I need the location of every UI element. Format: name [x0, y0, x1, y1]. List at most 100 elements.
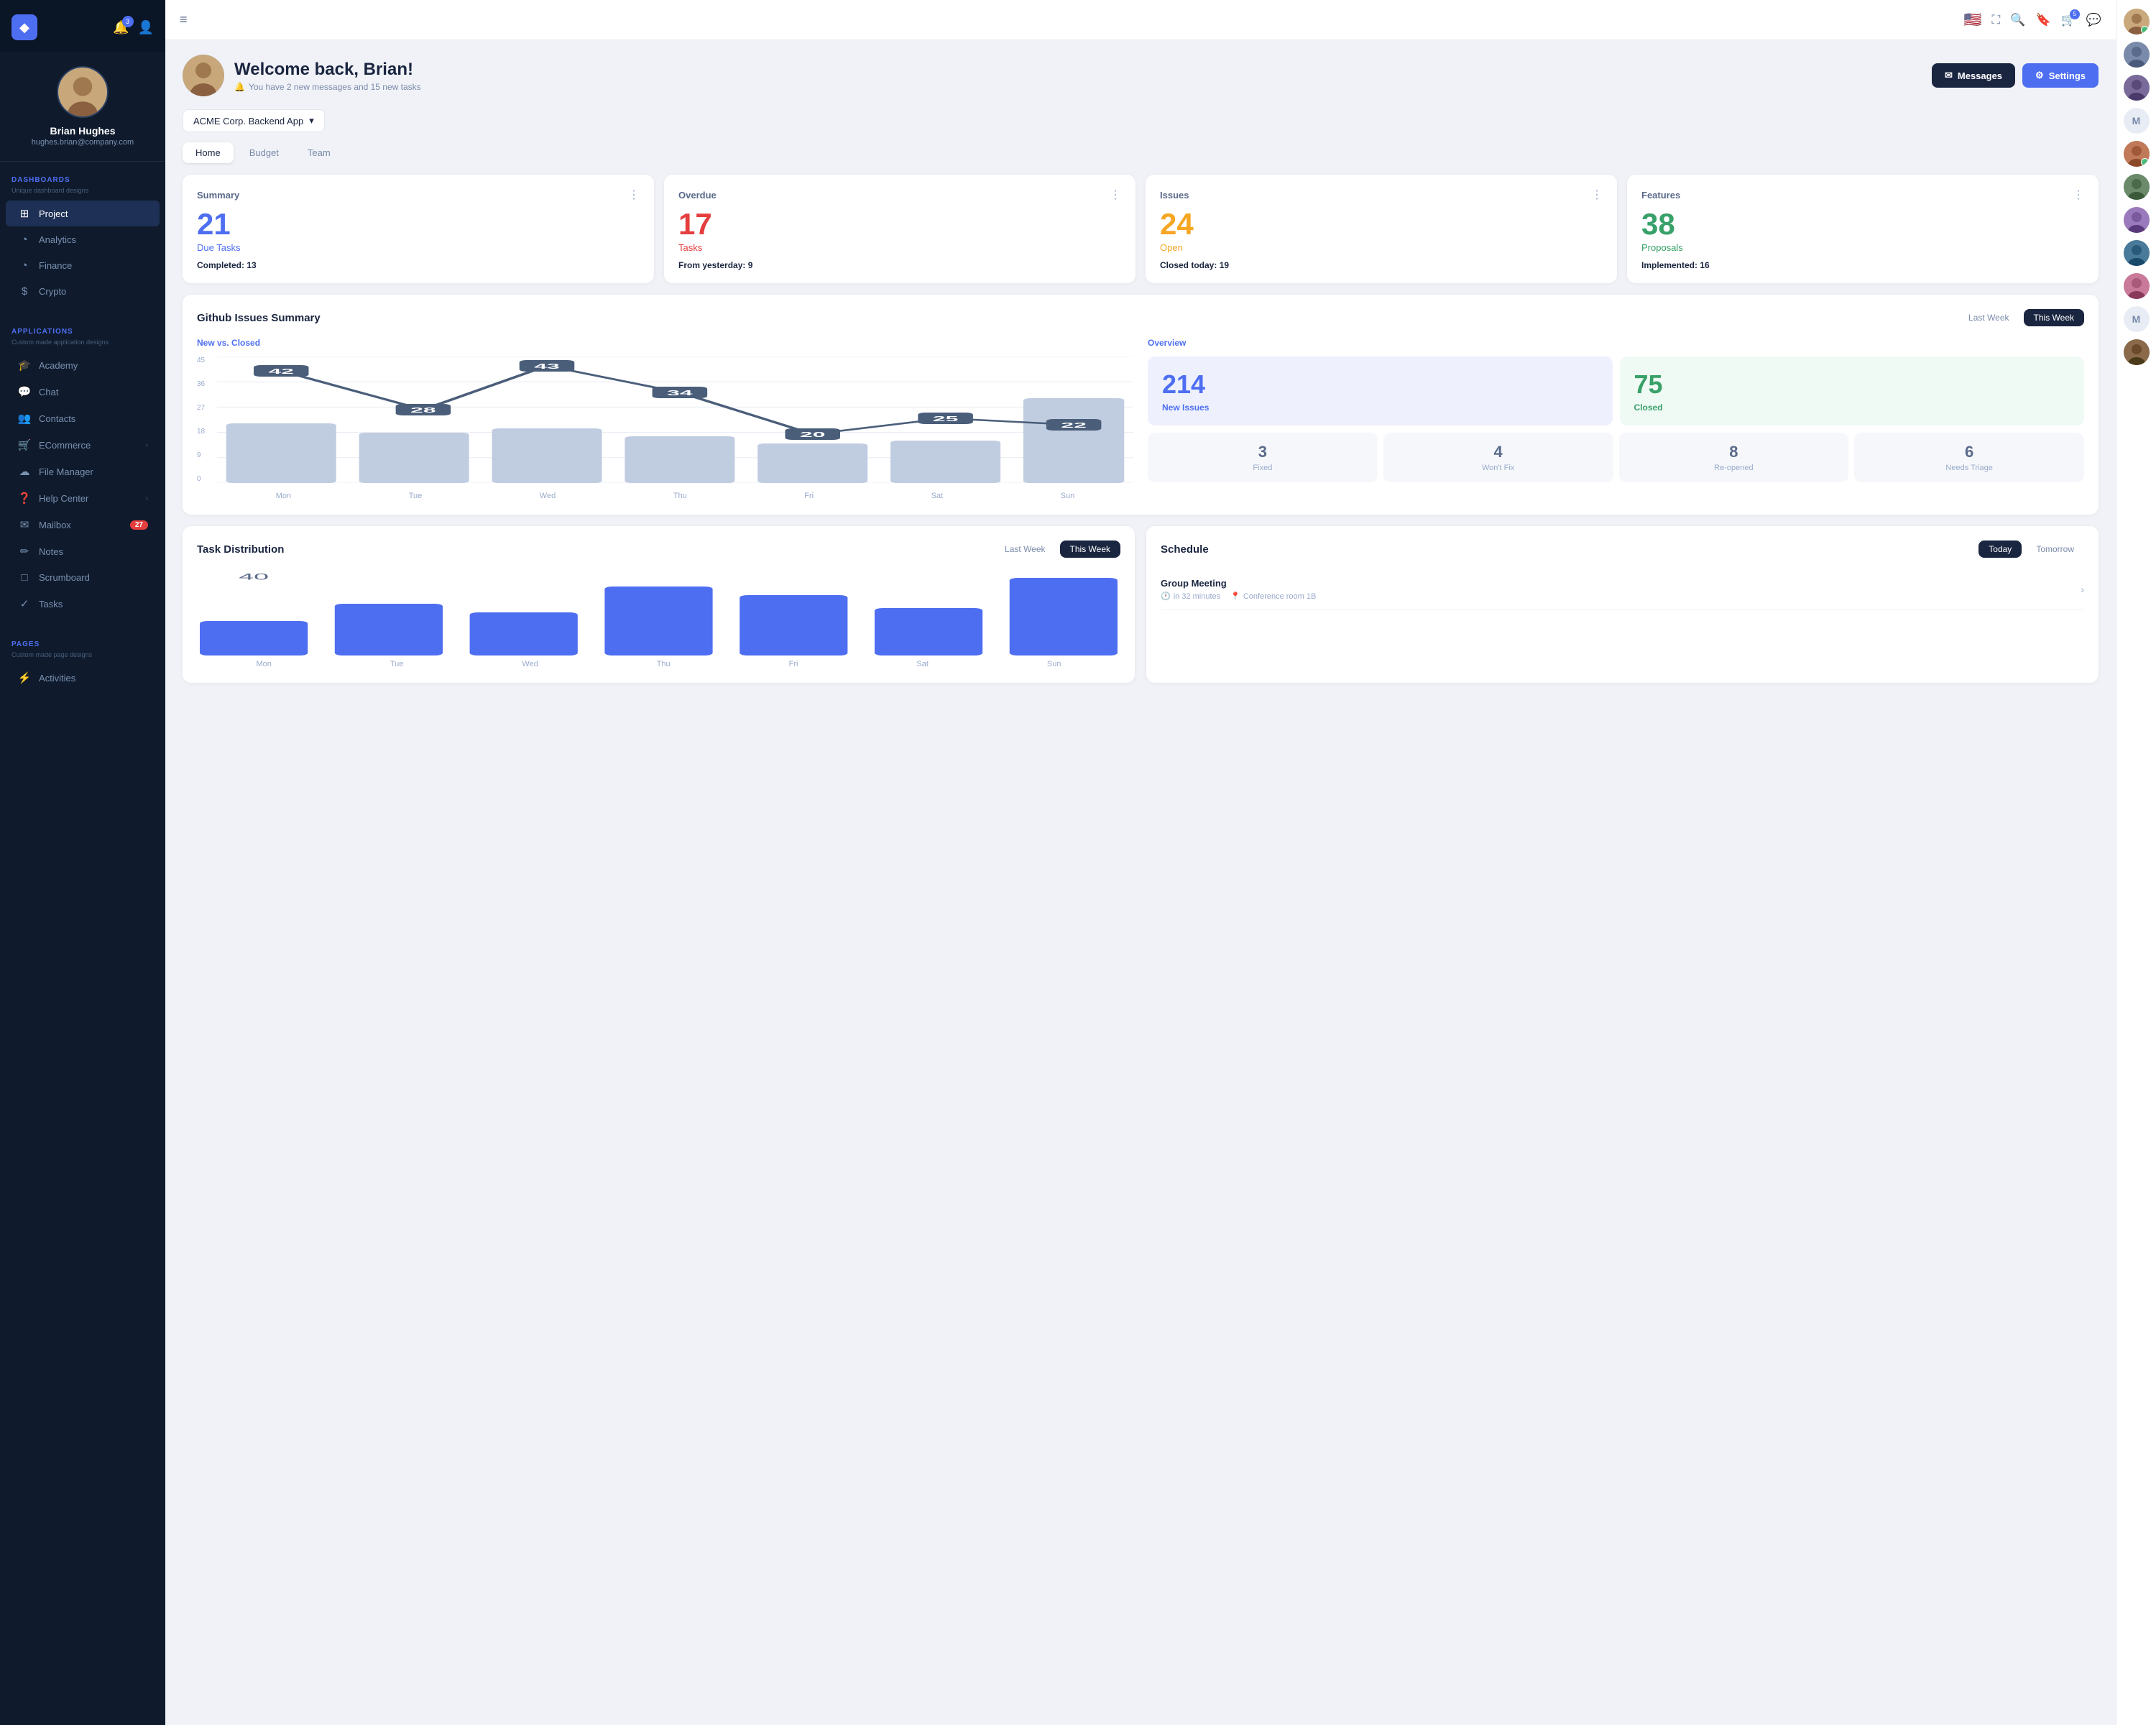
stat-features-label: Proposals [1641, 242, 2084, 253]
welcome-subtitle: 🔔 You have 2 new messages and 15 new tas… [234, 82, 421, 92]
helpcenter-expand-icon: › [146, 494, 148, 502]
tab-budget[interactable]: Budget [236, 142, 292, 163]
schedule-location: 📍 Conference room 1B [1230, 592, 1316, 601]
sidebar-item-activities[interactable]: ⚡ Activities [6, 665, 160, 691]
new-issues-number: 214 [1162, 369, 1598, 400]
schedule-item: Group Meeting 🕐 in 32 minutes 📍 Conferen… [1161, 569, 2084, 610]
sidebar-item-analytics[interactable]: ◔ Analytics [6, 227, 160, 252]
stat-card-issues-header: Issues ⋮ [1160, 188, 1603, 202]
sidebar-item-mailbox[interactable]: ✉ Mailbox 27 [6, 512, 160, 538]
welcome-actions: ✉ Messages ⚙ Settings [1932, 63, 2099, 88]
sidebar-item-helpcenter[interactable]: ❓ Help Center › [6, 485, 160, 511]
github-this-week-btn[interactable]: This Week [2024, 309, 2084, 326]
task-dist-this-week-btn[interactable]: This Week [1060, 540, 1120, 558]
user-circle-icon[interactable]: 👤 [138, 20, 154, 35]
schedule-item-chevron[interactable]: › [2081, 584, 2084, 595]
hamburger-icon[interactable]: ≡ [180, 12, 188, 27]
stat-features-menu[interactable]: ⋮ [2073, 188, 2084, 202]
stat-card-summary: Summary ⋮ 21 Due Tasks Completed: 13 [183, 175, 654, 283]
sidebar-item-label: Notes [39, 546, 63, 557]
user-section: Brian Hughes hughes.brian@company.com [0, 52, 165, 162]
stat-issues-menu[interactable]: ⋮ [1591, 188, 1603, 202]
app-logo[interactable]: ◆ [11, 14, 37, 40]
stat-summary-menu[interactable]: ⋮ [628, 188, 640, 202]
sidebar-item-ecommerce[interactable]: 🛒 ECommerce › [6, 432, 160, 458]
svg-text:40: 40 [239, 572, 269, 581]
rp-avatar-7[interactable] [2124, 207, 2150, 233]
rp-avatar-3[interactable] [2124, 75, 2150, 101]
tasks-icon: ✓ [17, 597, 32, 610]
tab-team[interactable]: Team [295, 142, 344, 163]
sidebar-item-chat[interactable]: 💬 Chat [6, 379, 160, 405]
task-dist-last-week-btn[interactable]: Last Week [995, 540, 1055, 558]
sidebar-item-tasks[interactable]: ✓ Tasks [6, 591, 160, 617]
sidebar-item-notes[interactable]: ✏ Notes [6, 538, 160, 564]
mini-fixed-number: 3 [1156, 443, 1369, 461]
activities-icon: ⚡ [17, 671, 32, 684]
rp-avatar-4[interactable]: M [2124, 108, 2150, 134]
topbar-right: 🇺🇸 ⛶ 🔍 🔖 🛒 5 💬 [1964, 11, 2102, 29]
bookmark-icon[interactable]: 🔖 [2035, 13, 2050, 27]
chat-topbar-icon[interactable]: 💬 [2086, 13, 2101, 27]
overview-subtitle: Overview [1148, 338, 2084, 348]
notification-icon[interactable]: 🔔 3 [113, 20, 129, 35]
rp-avatar-9[interactable] [2124, 273, 2150, 299]
stat-card-issues: Issues ⋮ 24 Open Closed today: 19 [1146, 175, 1617, 283]
task-dist-title: Task Distribution [197, 543, 284, 556]
search-icon[interactable]: 🔍 [2010, 13, 2025, 27]
mini-reopened-label: Re-opened [1628, 464, 1841, 472]
stat-card-features: Features ⋮ 38 Proposals Implemented: 16 [1627, 175, 2099, 283]
stat-card-overdue: Overdue ⋮ 17 Tasks From yesterday: 9 [664, 175, 1135, 283]
sidebar-item-label: Tasks [39, 599, 63, 610]
closed-label: Closed [1634, 402, 2070, 413]
line-chart: 45 36 27 18 9 0 [197, 356, 1133, 500]
messages-button[interactable]: ✉ Messages [1932, 63, 2015, 88]
expand-icon[interactable]: ⛶ [1991, 13, 2000, 27]
schedule-item-info: Group Meeting 🕐 in 32 minutes 📍 Conferen… [1161, 578, 1316, 601]
task-dist-toggle: Last Week This Week [995, 540, 1120, 558]
schedule-item-title: Group Meeting [1161, 578, 1316, 589]
rp-avatar-8[interactable] [2124, 240, 2150, 266]
rp-avatar-5[interactable] [2124, 141, 2150, 167]
project-selector[interactable]: ACME Corp. Backend App ▾ [183, 109, 325, 132]
rp-avatar-1[interactable] [2124, 9, 2150, 34]
sidebar-item-filemanager[interactable]: ☁ File Manager [6, 459, 160, 484]
sidebar-item-project[interactable]: ⊞ Project [6, 201, 160, 226]
sidebar-item-finance[interactable]: ◔ Finance [6, 253, 160, 278]
rp-avatar-11[interactable] [2124, 339, 2150, 365]
welcome-left: Welcome back, Brian! 🔔 You have 2 new me… [183, 55, 421, 96]
task-distribution-card: Task Distribution Last Week This Week [183, 526, 1135, 683]
mini-wontfix-label: Won't Fix [1392, 464, 1605, 472]
sidebar: ◆ 🔔 3 👤 Brian Hughes hughes.brian@compan… [0, 0, 165, 1725]
welcome-title: Welcome back, Brian! [234, 60, 421, 80]
stat-summary-number: 21 [197, 209, 640, 239]
filemanager-icon: ☁ [17, 465, 32, 478]
sidebar-item-contacts[interactable]: 👥 Contacts [6, 405, 160, 431]
sidebar-icons: 🔔 3 👤 [113, 20, 154, 35]
stat-overdue-menu[interactable]: ⋮ [1110, 188, 1121, 202]
schedule-tomorrow-btn[interactable]: Tomorrow [2026, 540, 2084, 558]
schedule-header: Schedule Today Tomorrow [1161, 540, 2084, 558]
tab-home[interactable]: Home [183, 142, 234, 163]
chart-inner: 42 28 43 34 20 25 [217, 356, 1133, 483]
sidebar-item-scrumboard[interactable]: □ Scrumboard [6, 565, 160, 590]
github-last-week-btn[interactable]: Last Week [1958, 309, 2019, 326]
stat-issues-label: Open [1160, 242, 1603, 253]
svg-text:20: 20 [800, 431, 825, 439]
pages-sublabel: Custom made page designs [0, 651, 165, 664]
github-title: Github Issues Summary [197, 312, 321, 324]
stat-card-overdue-header: Overdue ⋮ [678, 188, 1121, 202]
sidebar-item-academy[interactable]: 🎓 Academy [6, 352, 160, 378]
svg-text:43: 43 [534, 363, 559, 371]
bottom-grid: Task Distribution Last Week This Week [183, 526, 2099, 694]
rp-avatar-6[interactable] [2124, 174, 2150, 200]
rp-avatar-2[interactable] [2124, 42, 2150, 68]
flag-icon[interactable]: 🇺🇸 [1964, 11, 1982, 29]
mini-triage-label: Needs Triage [1863, 464, 2076, 472]
schedule-today-btn[interactable]: Today [1978, 540, 2022, 558]
settings-button[interactable]: ⚙ Settings [2022, 63, 2099, 88]
cart-icon[interactable]: 🛒 5 [2061, 13, 2076, 27]
sidebar-item-crypto[interactable]: $ Crypto [6, 279, 160, 304]
rp-avatar-10[interactable]: M [2124, 306, 2150, 332]
pages-section: PAGES Custom made page designs ⚡ Activit… [0, 626, 165, 700]
